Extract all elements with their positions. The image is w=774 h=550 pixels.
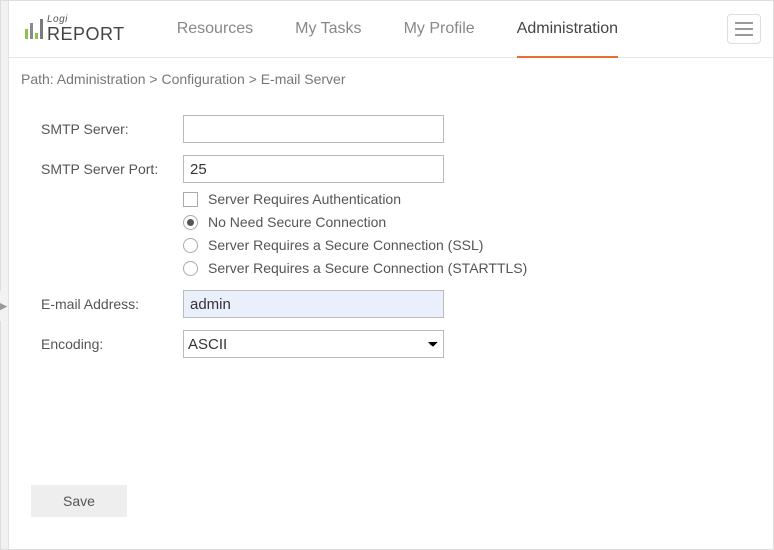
logo-text-bottom: REPORT: [47, 25, 125, 43]
left-rail: ▸: [1, 1, 9, 549]
encoding-label: Encoding:: [41, 336, 183, 352]
topbar: Logi REPORT Resources My Tasks My Profil…: [9, 1, 773, 58]
auth-checkbox-label: Server Requires Authentication: [208, 191, 401, 207]
email-address-input[interactable]: [183, 290, 444, 318]
radio-ssl-label: Server Requires a Secure Connection (SSL…: [208, 237, 483, 253]
security-radio-starttls[interactable]: Server Requires a Secure Connection (STA…: [183, 260, 743, 276]
smtp-server-label: SMTP Server:: [41, 121, 183, 137]
encoding-select[interactable]: ASCII: [183, 330, 444, 358]
save-button[interactable]: Save: [31, 485, 127, 517]
radio-starttls[interactable]: [183, 261, 198, 276]
expand-sidebar-icon[interactable]: ▸: [0, 291, 6, 321]
smtp-port-input[interactable]: [183, 155, 444, 183]
radio-ssl[interactable]: [183, 238, 198, 253]
logo-bars-icon: [25, 19, 43, 39]
radio-starttls-label: Server Requires a Secure Connection (STA…: [208, 260, 527, 276]
radio-none[interactable]: [183, 215, 198, 230]
hamburger-menu-icon[interactable]: [727, 14, 761, 44]
nav-my-tasks[interactable]: My Tasks: [295, 1, 361, 57]
main-nav: Resources My Tasks My Profile Administra…: [177, 1, 618, 57]
auth-checkbox-row[interactable]: Server Requires Authentication: [183, 191, 743, 207]
security-radio-none[interactable]: No Need Secure Connection: [183, 214, 743, 230]
security-radio-ssl[interactable]: Server Requires a Secure Connection (SSL…: [183, 237, 743, 253]
email-server-form: SMTP Server: SMTP Server Port: Server Re…: [41, 115, 743, 370]
logo: Logi REPORT: [25, 15, 125, 43]
email-address-label: E-mail Address:: [41, 296, 183, 312]
nav-my-profile[interactable]: My Profile: [404, 1, 475, 57]
radio-none-label: No Need Secure Connection: [208, 214, 386, 230]
nav-resources[interactable]: Resources: [177, 1, 253, 57]
smtp-server-input[interactable]: [183, 115, 444, 143]
auth-checkbox[interactable]: [183, 192, 198, 207]
smtp-port-label: SMTP Server Port:: [41, 161, 183, 177]
nav-administration[interactable]: Administration: [517, 2, 618, 58]
breadcrumb: Path: Administration > Configuration > E…: [21, 71, 773, 87]
